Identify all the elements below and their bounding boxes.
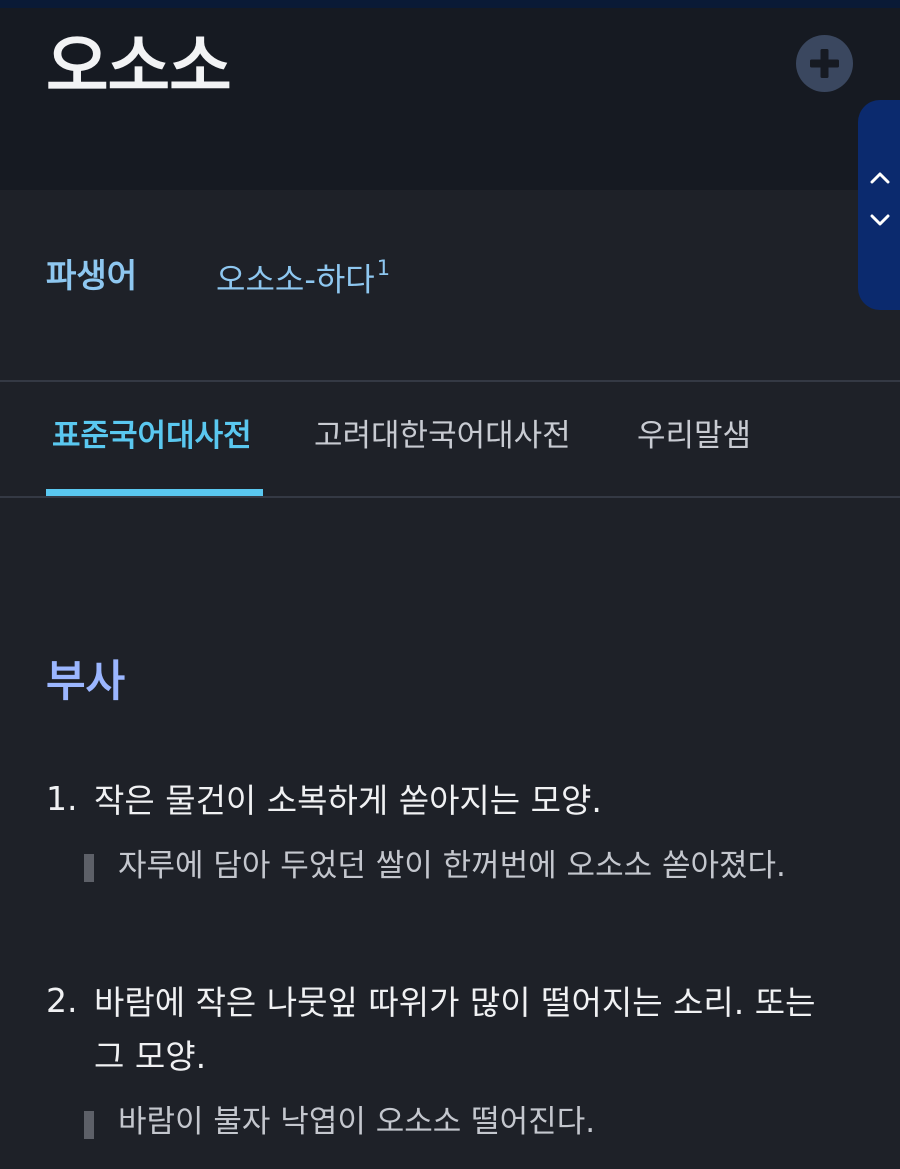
sense-definition: 바람에 작은 나뭇잎 따위가 많이 떨어지는 소리. 또는 그 모양.	[94, 983, 816, 1076]
derivative-link-text: 오소소-하다	[216, 260, 375, 299]
chevron-up-icon[interactable]	[866, 164, 894, 192]
sense-number: 1.	[46, 779, 78, 818]
entry-header: 오소소	[0, 8, 900, 190]
sense-item: 1. 작은 물건이 소복하게 쏟아지는 모양. 자루에 담아 두었던 쌀이 한꺼…	[46, 774, 846, 894]
example-marker	[84, 854, 94, 882]
homonym-number: 1	[376, 256, 391, 280]
example-marker	[84, 1111, 94, 1139]
tab-standard-korean-dictionary[interactable]: 표준국어대사전	[52, 416, 252, 456]
example-sentence: 바람이 불자 낙엽이 오소소 떨어진다.	[118, 1104, 596, 1140]
tab-urimalsaem[interactable]: 우리말샘	[637, 416, 751, 456]
derivative-label: 파생어	[46, 256, 138, 295]
top-status-strip	[0, 0, 900, 8]
dictionary-tabs: 표준국어대사전 고려대한국어대사전 우리말샘	[0, 382, 900, 498]
sense-number: 2.	[46, 981, 78, 1020]
derivative-section: 파생어 오소소-하다1	[0, 190, 900, 382]
add-to-wordbook-button[interactable]	[796, 35, 853, 92]
active-tab-indicator	[46, 489, 263, 496]
sense-definition: 작은 물건이 소복하게 쏟아지는 모양.	[94, 781, 602, 820]
tab-korea-university-dictionary[interactable]: 고려대한국어대사전	[314, 416, 571, 456]
derivative-link[interactable]: 오소소-하다1	[216, 252, 390, 300]
example-sentence: 자루에 담아 두었던 쌀이 한꺼번에 오소소 쏟아졌다.	[118, 848, 786, 884]
page-title: 오소소	[46, 28, 232, 107]
part-of-speech: 부사	[46, 657, 126, 707]
plus-circle-icon	[810, 49, 839, 78]
sense-item: 2. 바람에 작은 나뭇잎 따위가 많이 떨어지는 소리. 또는 그 모양. 바…	[46, 976, 846, 1156]
